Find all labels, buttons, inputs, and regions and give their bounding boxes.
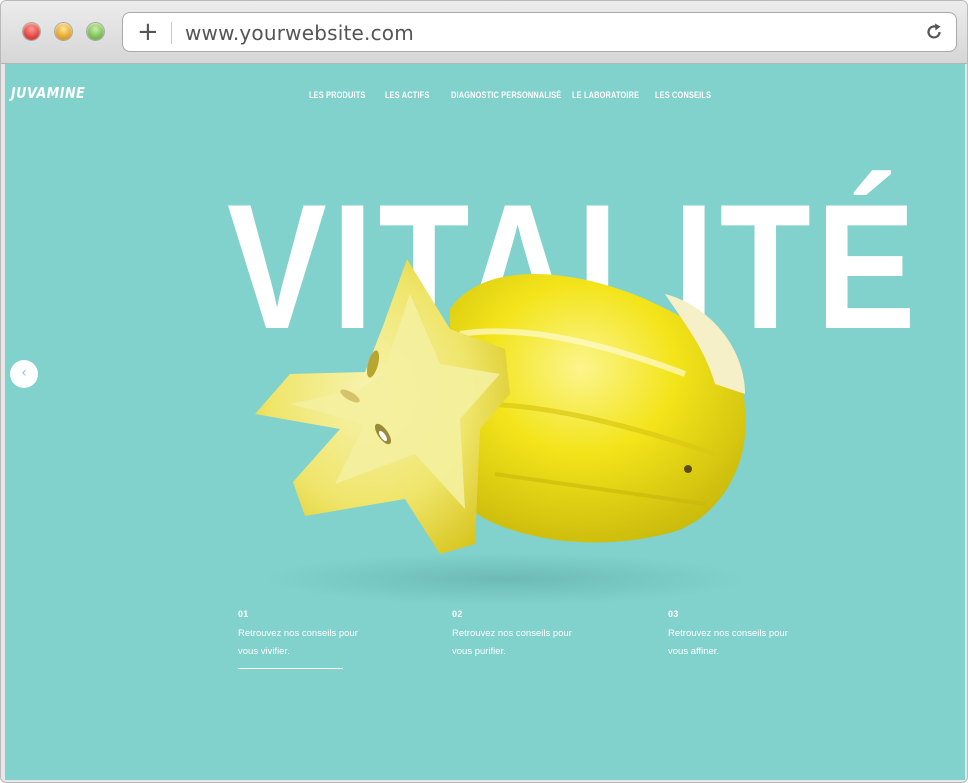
tip-text: Retrouvez nos conseils pour vous purifie… xyxy=(452,628,572,657)
nav-item-le-laboratoire[interactable]: LE LABORATOIRE xyxy=(572,90,639,100)
nav-item-les-actifs[interactable]: LES ACTIFS xyxy=(385,90,429,100)
star-fruit-image xyxy=(255,259,746,604)
nav-item-diagnostic[interactable]: DIAGNOSTIC PERSONNALISÉ xyxy=(451,90,561,100)
page-viewport: JUVAMINE LES PRODUITS LES ACTIFS DIAGNOS… xyxy=(5,64,965,780)
address-bar[interactable]: + www.yourwebsite.com xyxy=(122,12,957,52)
address-bar-divider xyxy=(171,22,172,44)
browser-toolbar: + www.yourwebsite.com xyxy=(1,1,967,64)
nav-item-les-conseils[interactable]: LES CONSEILS xyxy=(655,90,711,100)
tip-number: 03 xyxy=(668,609,679,619)
active-tip-indicator xyxy=(238,668,343,669)
nav-item-les-produits[interactable]: LES PRODUITS xyxy=(309,90,366,100)
tip-number: 01 xyxy=(238,609,249,619)
zoom-window-button[interactable] xyxy=(87,23,104,40)
url-text[interactable]: www.yourwebsite.com xyxy=(185,22,414,44)
tip-card-03[interactable]: 03 Retrouvez nos conseils pour vous affi… xyxy=(668,609,838,660)
slider-prev-button[interactable]: ‹ xyxy=(10,360,38,388)
close-window-button[interactable] xyxy=(23,23,40,40)
tip-text: Retrouvez nos conseils pour vous affiner… xyxy=(668,628,788,657)
new-tab-icon[interactable]: + xyxy=(137,18,159,46)
tip-number: 02 xyxy=(452,609,463,619)
minimize-window-button[interactable] xyxy=(55,23,72,40)
main-nav: LES PRODUITS LES ACTIFS DIAGNOSTIC PERSO… xyxy=(5,90,965,104)
tip-card-01[interactable]: 01 Retrouvez nos conseils pour vous vivi… xyxy=(238,609,408,669)
tip-card-02[interactable]: 02 Retrouvez nos conseils pour vous puri… xyxy=(452,609,622,660)
browser-window: + www.yourwebsite.com JUVAMINE LES PRODU… xyxy=(0,0,968,783)
tip-text: Retrouvez nos conseils pour vous vivifie… xyxy=(238,628,358,657)
reload-icon[interactable] xyxy=(924,22,944,42)
